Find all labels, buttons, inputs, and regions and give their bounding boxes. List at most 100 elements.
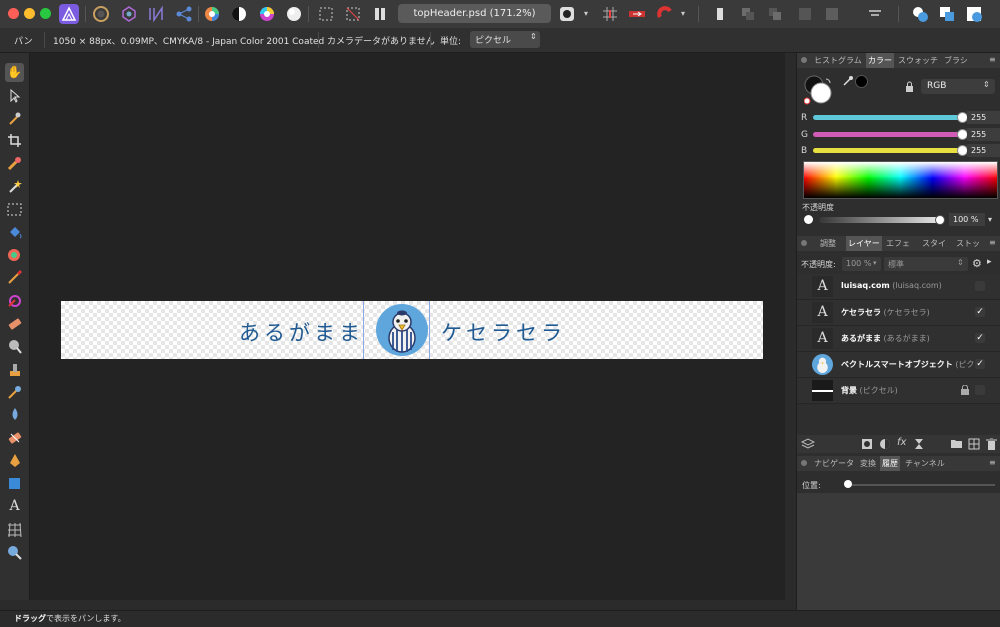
mask-icon[interactable] [861,438,873,453]
color-replacement-tool-icon[interactable] [5,291,24,310]
lock-icon[interactable] [961,384,969,395]
photo-persona-icon[interactable] [91,4,111,24]
slider-r[interactable] [813,115,963,120]
tab-swatches[interactable]: スウォッチ [898,55,938,66]
tab-styles[interactable]: スタイ [922,238,946,249]
layer-row[interactable]: ベクトルスマートオブジェクト (ピク ✓ [797,352,1000,378]
lock-icon[interactable] [905,81,914,92]
color-wells[interactable] [803,75,832,105]
layer-menu-icon[interactable]: ▸ [987,257,992,267]
panel-menu-icon[interactable]: ≡ [989,238,996,247]
snapping-magnet-icon[interactable] [655,4,675,24]
pixel-layer-icon[interactable] [968,438,980,453]
canvas-text-left[interactable]: あるがまま [239,317,364,347]
fx-icon[interactable]: fx [897,437,906,448]
hand-tool-icon[interactable]: ✋ [5,63,24,82]
folder-icon[interactable] [950,438,963,452]
opacity-slider[interactable] [819,217,939,223]
panel-menu-icon[interactable]: ≡ [989,55,996,64]
layer-row[interactable]: 背景 (ピクセル) [797,378,1000,404]
color-mode-select[interactable]: RGB ⇕ [921,79,995,94]
zoom-tool-icon[interactable] [5,543,24,562]
tab-channels[interactable]: チャンネル [905,458,945,469]
move-tool-icon[interactable] [5,86,24,105]
value-r[interactable]: 255 [967,111,1000,124]
liquify-persona-icon[interactable] [119,4,139,24]
flood-fill-tool-icon[interactable] [5,223,24,242]
value-g[interactable]: 255 [967,128,1000,141]
tab-stock[interactable]: ストッ [956,238,980,249]
opacity-value[interactable]: 100 % [949,213,985,226]
paint-brush-tool-icon[interactable] [5,268,24,287]
deselect-icon[interactable] [343,4,363,24]
auto-contrast-icon[interactable] [229,4,249,24]
live-filter-icon[interactable] [913,438,925,453]
tab-adjustments[interactable]: 調整 [820,238,836,249]
crop-tool-icon[interactable] [5,131,24,150]
mascot-logo[interactable] [376,304,428,356]
visibility-checkbox[interactable] [975,281,985,291]
layer-opacity-field[interactable]: 100 % ▾ [842,257,881,271]
tab-navigator[interactable]: ナビゲータ [814,458,854,469]
unit-select[interactable]: ピクセル ⇕ [470,31,540,48]
picked-color-swatch[interactable] [855,75,868,88]
rectangle-tool-icon[interactable] [5,474,24,493]
red-eye-tool-icon[interactable] [5,428,24,447]
blur-brush-tool-icon[interactable] [5,405,24,424]
slider-b[interactable] [813,148,963,153]
opacity-reset-icon[interactable] [804,215,813,224]
gear-icon[interactable]: ⚙ [972,257,982,270]
trash-icon[interactable] [986,437,997,453]
color-spectrum[interactable] [803,161,998,199]
gradient-tool-icon[interactable] [5,246,24,265]
invert-selection-icon[interactable] [370,4,390,24]
tab-transform[interactable]: 変換 [860,458,876,469]
flood-select-tool-icon[interactable] [5,177,24,196]
layers-stack-icon[interactable] [800,438,816,453]
value-b[interactable]: 255 [967,144,1000,157]
history-slider[interactable] [845,484,995,486]
auto-colors-icon[interactable] [257,4,277,24]
clone-tool-icon[interactable] [5,360,24,379]
tab-brushes[interactable]: ブラシ [944,55,968,66]
canvas-text-right[interactable]: ケセラセラ [441,317,566,347]
layer-row[interactable]: A luisaq.com (luisaq.com) [797,274,1000,300]
select-all-icon[interactable] [316,4,336,24]
layer-row[interactable]: A ケセラセラ (ケセラセラ) ✓ [797,300,1000,326]
share-icon[interactable] [174,4,194,24]
tab-color[interactable]: カラー [866,53,894,68]
move-to-front-icon[interactable] [710,4,730,24]
panel-menu-icon[interactable]: ≡ [989,458,996,467]
tab-layers[interactable]: レイヤー [846,236,882,251]
move-backward-icon[interactable] [765,4,785,24]
close-window-button[interactable] [8,8,19,19]
tab-effects[interactable]: エフェ [886,238,910,249]
snapping-dropdown-icon[interactable]: ▾ [681,9,685,18]
text-tool-icon[interactable]: A [5,497,24,516]
develop-persona-icon[interactable] [146,4,166,24]
opacity-slider-knob[interactable] [935,215,945,225]
snapping-grid-icon[interactable] [600,4,620,24]
layer-row[interactable]: A あるがまま (あるがまま) ✓ [797,326,1000,352]
quick-mask-dropdown-icon[interactable]: ▾ [584,9,588,18]
add-icon[interactable] [910,4,930,24]
visibility-checkbox[interactable] [975,385,985,395]
subtract-icon[interactable] [937,4,957,24]
visibility-checkbox[interactable]: ✓ [975,333,985,343]
eyedropper-icon[interactable] [842,75,854,87]
mesh-warp-tool-icon[interactable] [5,520,24,539]
auto-white-balance-icon[interactable] [284,4,304,24]
move-to-back-icon[interactable] [795,4,815,24]
tab-history[interactable]: 履歴 [880,456,900,471]
slider-g[interactable] [813,132,963,137]
visibility-checkbox[interactable]: ✓ [975,359,985,369]
erase-tool-icon[interactable] [5,314,24,333]
opacity-dropdown-icon[interactable]: ▾ [988,215,992,224]
tab-histogram[interactable]: ヒストグラム [814,55,862,66]
auto-levels-icon[interactable] [202,4,222,24]
marquee-tool-icon[interactable] [5,200,24,219]
blend-mode-select[interactable]: 標準 ⇕ [884,257,968,271]
healing-brush-tool-icon[interactable] [5,383,24,402]
align-icon[interactable] [822,4,842,24]
assistant-icon[interactable] [627,4,647,24]
